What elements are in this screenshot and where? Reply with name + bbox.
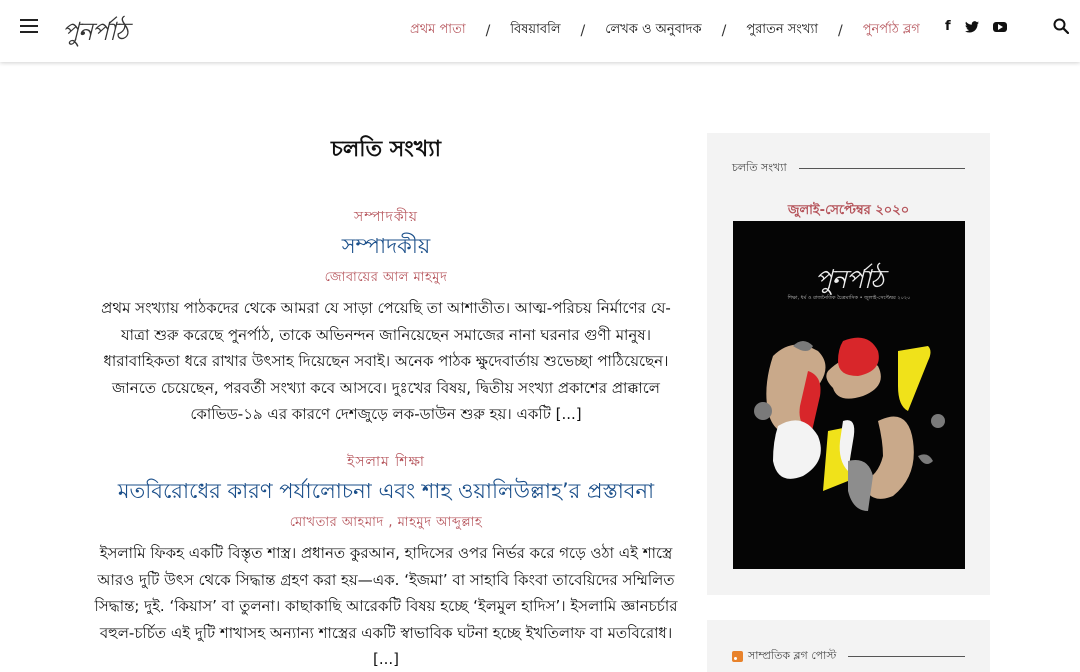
- nav-item-topics[interactable]: বিষয়াবলি: [510, 20, 560, 41]
- hamburger-menu-icon[interactable]: [20, 19, 38, 35]
- article-category[interactable]: ইসলাম শিক্ষা: [80, 450, 692, 474]
- social-links: f: [945, 19, 1007, 34]
- widget-heading: চলতি সংখ্যা: [732, 159, 965, 178]
- article-author[interactable]: মোখতার আহমাদ , মাহমুদ আব্দুল্লাহ: [80, 513, 692, 534]
- sidebar-current-issue-widget: চলতি সংখ্যা জুলাই-সেপ্টেম্বর ২০২০ পুনর্প…: [707, 133, 990, 595]
- nav-separator: /: [580, 22, 586, 39]
- widget-title: সাম্প্রতিক ব্লগ পোস্ট: [748, 649, 837, 662]
- sidebar-blog-widget: সাম্প্রতিক ব্লগ পোস্ট: [707, 620, 990, 672]
- main-nav: প্রথম পাতা / বিষয়াবলি / লেখক ও অনুবাদক …: [410, 20, 920, 41]
- issue-cover-image[interactable]: পুনর্পাঠ শিক্ষা, ধর্ম ও রাজনৈতিক চৈত্রমা…: [733, 221, 965, 569]
- nav-item-home[interactable]: প্রথম পাতা: [410, 20, 466, 41]
- article-card: ইসলাম শিক্ষা মতবিরোধের কারণ পর্যালোচনা এ…: [80, 450, 692, 672]
- issue-date-label[interactable]: জুলাই-সেপ্টেম্বর ২০২০: [707, 201, 990, 222]
- facebook-icon[interactable]: f: [945, 19, 951, 34]
- divider: [848, 656, 965, 657]
- widget-heading: সাম্প্রতিক ব্লগ পোস্ট: [732, 647, 965, 666]
- main-content: চলতি সংখ্যা সম্পাদকীয় সম্পাদকীয় জোবায়…: [80, 120, 692, 672]
- article-card: সম্পাদকীয় সম্পাদকীয় জোবায়ের আল মাহমুদ…: [80, 205, 692, 428]
- page-title: চলতি সংখ্যা: [331, 137, 441, 162]
- nav-item-blog[interactable]: পুনর্পাঠ ব্লগ: [863, 20, 920, 41]
- article-category[interactable]: সম্পাদকীয়: [80, 205, 692, 229]
- site-logo[interactable]: পুনর্পাঠ: [62, 12, 128, 55]
- nav-separator: /: [485, 22, 491, 39]
- rss-icon: [732, 651, 743, 662]
- nav-item-authors[interactable]: লেখক ও অনুবাদক: [605, 20, 701, 41]
- article-excerpt: প্রথম সংখ্যায় পাঠকদের থেকে আমরা যে সাড়…: [101, 299, 671, 424]
- youtube-icon[interactable]: [992, 21, 1007, 32]
- nav-item-archive[interactable]: পুরাতন সংখ্যা: [746, 20, 818, 41]
- article-title[interactable]: সম্পাদকীয়: [80, 233, 692, 260]
- nav-separator: /: [837, 22, 843, 39]
- site-header: পুনর্পাঠ প্রথম পাতা / বিষয়াবলি / লেখক ও…: [0, 0, 1080, 62]
- article-author[interactable]: জোবায়ের আল মাহমুদ: [80, 268, 692, 289]
- divider: [798, 168, 965, 169]
- article-excerpt: ইসলামি ফিকহ একটি বিস্তৃত শাস্ত্র। প্রধান…: [94, 544, 678, 669]
- article-title[interactable]: মতবিরোধের কারণ পর্যালোচনা এবং শাহ ওয়ালি…: [80, 478, 692, 505]
- twitter-icon[interactable]: [964, 20, 979, 33]
- search-icon[interactable]: [1053, 18, 1069, 34]
- nav-separator: /: [721, 22, 727, 39]
- widget-title: চলতি সংখ্যা: [732, 161, 787, 174]
- cover-artwork: [754, 337, 945, 511]
